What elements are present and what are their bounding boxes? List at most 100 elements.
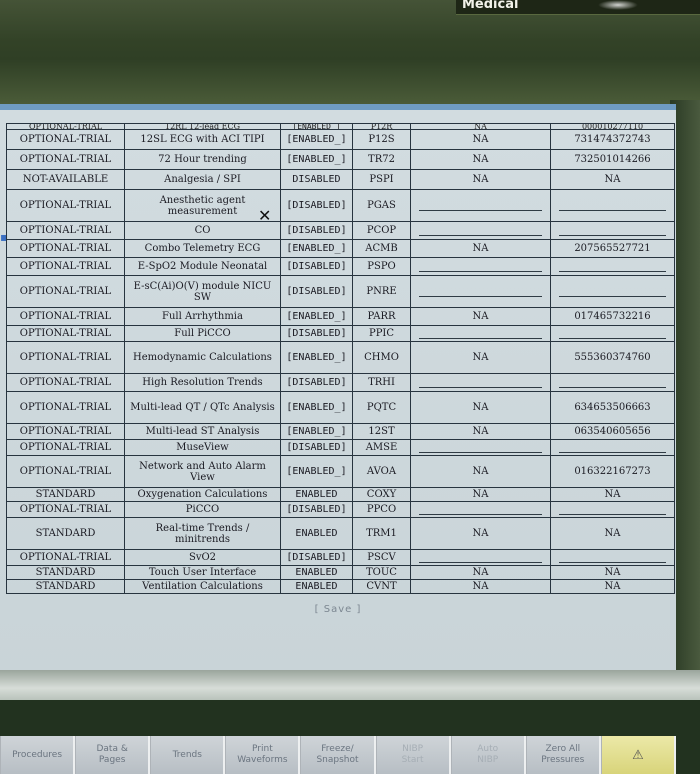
license-type-cell: STANDARD <box>6 565 125 580</box>
empty-entry-field[interactable] <box>559 377 666 388</box>
table-row[interactable]: OPTIONAL-TRIAL SvO2 [DISABLED] PSCV <box>6 549 675 566</box>
option-code-cell: AMSE <box>352 439 411 456</box>
softkey-zero-all-pressures[interactable]: Zero All Pressures <box>525 736 601 774</box>
softkey-data-pages[interactable]: Data & Pages <box>75 736 151 774</box>
expiry-cell <box>410 325 551 342</box>
table-row[interactable]: STANDARD Real-time Trends / minitrends ENA… <box>6 517 675 550</box>
license-key-cell <box>550 373 675 392</box>
empty-entry-field[interactable] <box>559 552 666 563</box>
empty-entry-field[interactable] <box>419 552 542 563</box>
license-type-cell: OPTIONAL-TRIAL <box>6 129 125 150</box>
license-type-cell: OPTIONAL-TRIAL <box>6 549 125 566</box>
license-type-cell: STANDARD <box>6 579 125 594</box>
soft-key-bar: Procedures Data & Pages Trends Print Wavefo… <box>0 736 676 774</box>
option-name-cell: E-SpO2 Module Neonatal <box>124 257 281 276</box>
option-name-cell: Ventilation Calculations <box>124 579 281 594</box>
status-cell: [ENABLED_] <box>280 423 353 440</box>
option-code-cell: 12ST <box>352 423 411 440</box>
status-cell: [ENABLED_] <box>280 307 353 326</box>
alarm-silence-button[interactable]: ⚠ <box>600 736 676 774</box>
table-row[interactable]: STANDARD Ventilation Calculations ENABLED C… <box>6 579 675 594</box>
table-row[interactable]: OPTIONAL-TRIAL E-sC(Ai)O(V) module NICU S… <box>6 275 675 308</box>
table-row[interactable]: OPTIONAL-TRIAL 72 Hour trending [ENABLED_]… <box>6 149 675 170</box>
expiry-cell <box>410 257 551 276</box>
option-name-cell: SvO2 <box>124 549 281 566</box>
expiry-cell: NA <box>410 579 551 594</box>
empty-entry-field[interactable] <box>559 442 666 453</box>
license-key-cell: 634653506663 <box>550 391 675 424</box>
table-row[interactable]: NOT-AVAILABLE Analgesia / SPI DISABLED PSPI… <box>6 169 675 190</box>
empty-entry-field[interactable] <box>559 504 666 515</box>
expiry-cell: NA <box>410 169 551 190</box>
empty-entry-field[interactable] <box>559 200 666 211</box>
option-code-cell: ACMB <box>352 239 411 258</box>
expiry-cell: NA <box>410 341 551 374</box>
expiry-cell: NA <box>410 487 551 502</box>
empty-entry-field[interactable] <box>419 328 542 339</box>
empty-entry-field[interactable] <box>559 328 666 339</box>
table-row[interactable]: OPTIONAL-TRIAL Multi-lead QT / QTc Analys… <box>6 391 675 424</box>
table-row[interactable]: OPTIONAL-TRIAL Full PiCCO [DISABLED] PPIC <box>6 325 675 342</box>
table-row[interactable]: OPTIONAL-TRIAL CO [DISABLED] PCOP <box>6 221 675 240</box>
empty-entry-field[interactable] <box>559 225 666 236</box>
license-type-cell: OPTIONAL-TRIAL <box>6 373 125 392</box>
empty-entry-field[interactable] <box>419 377 542 388</box>
status-cell: DISABLED <box>280 169 353 190</box>
expiry-cell: NA <box>410 307 551 326</box>
table-row[interactable]: OPTIONAL-TRIAL MuseView [DISABLED] AMSE <box>6 439 675 456</box>
softkey-nibp-start[interactable]: NIBP Start <box>375 736 451 774</box>
softkey-procedures[interactable]: Procedures <box>0 736 76 774</box>
option-name-cell: MuseView <box>124 439 281 456</box>
expiry-cell <box>410 501 551 518</box>
license-key-cell: NA <box>550 169 675 190</box>
empty-entry-field[interactable] <box>559 261 666 272</box>
alarm-icon: ⚠ <box>632 747 644 763</box>
license-type-cell: OPTIONAL-TRIAL <box>6 423 125 440</box>
table-row[interactable]: OPTIONAL-TRIAL Hemodynamic Calculations [E… <box>6 341 675 374</box>
table-row[interactable]: STANDARD Touch User Interface ENABLED TOUC N… <box>6 565 675 580</box>
option-name-cell: Touch User Interface <box>124 565 281 580</box>
option-name-cell: 72 Hour trending <box>124 149 281 170</box>
empty-entry-field[interactable] <box>419 504 542 515</box>
empty-entry-field[interactable] <box>559 286 666 297</box>
table-row[interactable]: OPTIONAL-TRIAL PiCCO [DISABLED] PPCO <box>6 501 675 518</box>
empty-entry-field[interactable] <box>419 261 542 272</box>
expiry-cell <box>410 373 551 392</box>
option-code-cell: PSPI <box>352 169 411 190</box>
option-name-cell: Real-time Trends / minitrends <box>124 517 281 550</box>
softkey-trends[interactable]: Trends <box>150 736 226 774</box>
table-row[interactable]: OPTIONAL-TRIAL High Resolution Trends [DIS… <box>6 373 675 392</box>
softkey-print-waveforms[interactable]: Print Waveforms <box>225 736 301 774</box>
empty-entry-field[interactable] <box>419 200 542 211</box>
table-row[interactable]: OPTIONAL-TRIAL Full Arrhythmia [ENABLED_] P… <box>6 307 675 326</box>
license-type-cell: OPTIONAL-TRIAL <box>6 439 125 456</box>
light-glare <box>598 0 638 10</box>
expiry-cell: NA <box>410 149 551 170</box>
status-cell: [DISABLED] <box>280 373 353 392</box>
license-key-cell <box>550 501 675 518</box>
table-row[interactable]: OPTIONAL-TRIAL Multi-lead ST Analysis [ENA… <box>6 423 675 440</box>
save-button[interactable]: [ Save ] <box>0 604 676 615</box>
license-key-cell <box>550 189 675 222</box>
table-row[interactable]: OPTIONAL-TRIAL Network and Auto Alarm Vie… <box>6 455 675 488</box>
softkey-freeze-snapshot[interactable]: Freeze/ Snapshot <box>300 736 376 774</box>
table-row[interactable]: OPTIONAL-TRIAL 12SL ECG with ACI TIPI [ENA… <box>6 129 675 150</box>
empty-entry-field[interactable] <box>419 225 542 236</box>
expiry-cell <box>410 549 551 566</box>
license-key-cell: NA <box>550 487 675 502</box>
license-type-cell: OPTIONAL-TRIAL <box>6 189 125 222</box>
option-code-cell: P12S <box>352 129 411 150</box>
table-row[interactable]: STANDARD Oxygenation Calculations ENABLED C… <box>6 487 675 502</box>
empty-entry-field[interactable] <box>419 286 542 297</box>
table-row[interactable]: OPTIONAL-TRIAL E-SpO2 Module Neonatal [DIS… <box>6 257 675 276</box>
softkey-auto-nibp[interactable]: Auto NIBP <box>450 736 526 774</box>
table-row[interactable]: OPTIONAL-TRIAL Anesthetic agent measureme… <box>6 189 675 222</box>
status-cell: [ENABLED_] <box>280 341 353 374</box>
close-icon[interactable]: ✕ <box>258 206 271 225</box>
option-code-cell: TR72 <box>352 149 411 170</box>
empty-entry-field[interactable] <box>419 442 542 453</box>
license-type-cell: OPTIONAL-TRIAL <box>6 391 125 424</box>
license-type-cell: OPTIONAL-TRIAL <box>6 307 125 326</box>
license-type-cell: OPTIONAL-TRIAL <box>6 325 125 342</box>
table-row[interactable]: OPTIONAL-TRIAL Combo Telemetry ECG [ENABLE… <box>6 239 675 258</box>
